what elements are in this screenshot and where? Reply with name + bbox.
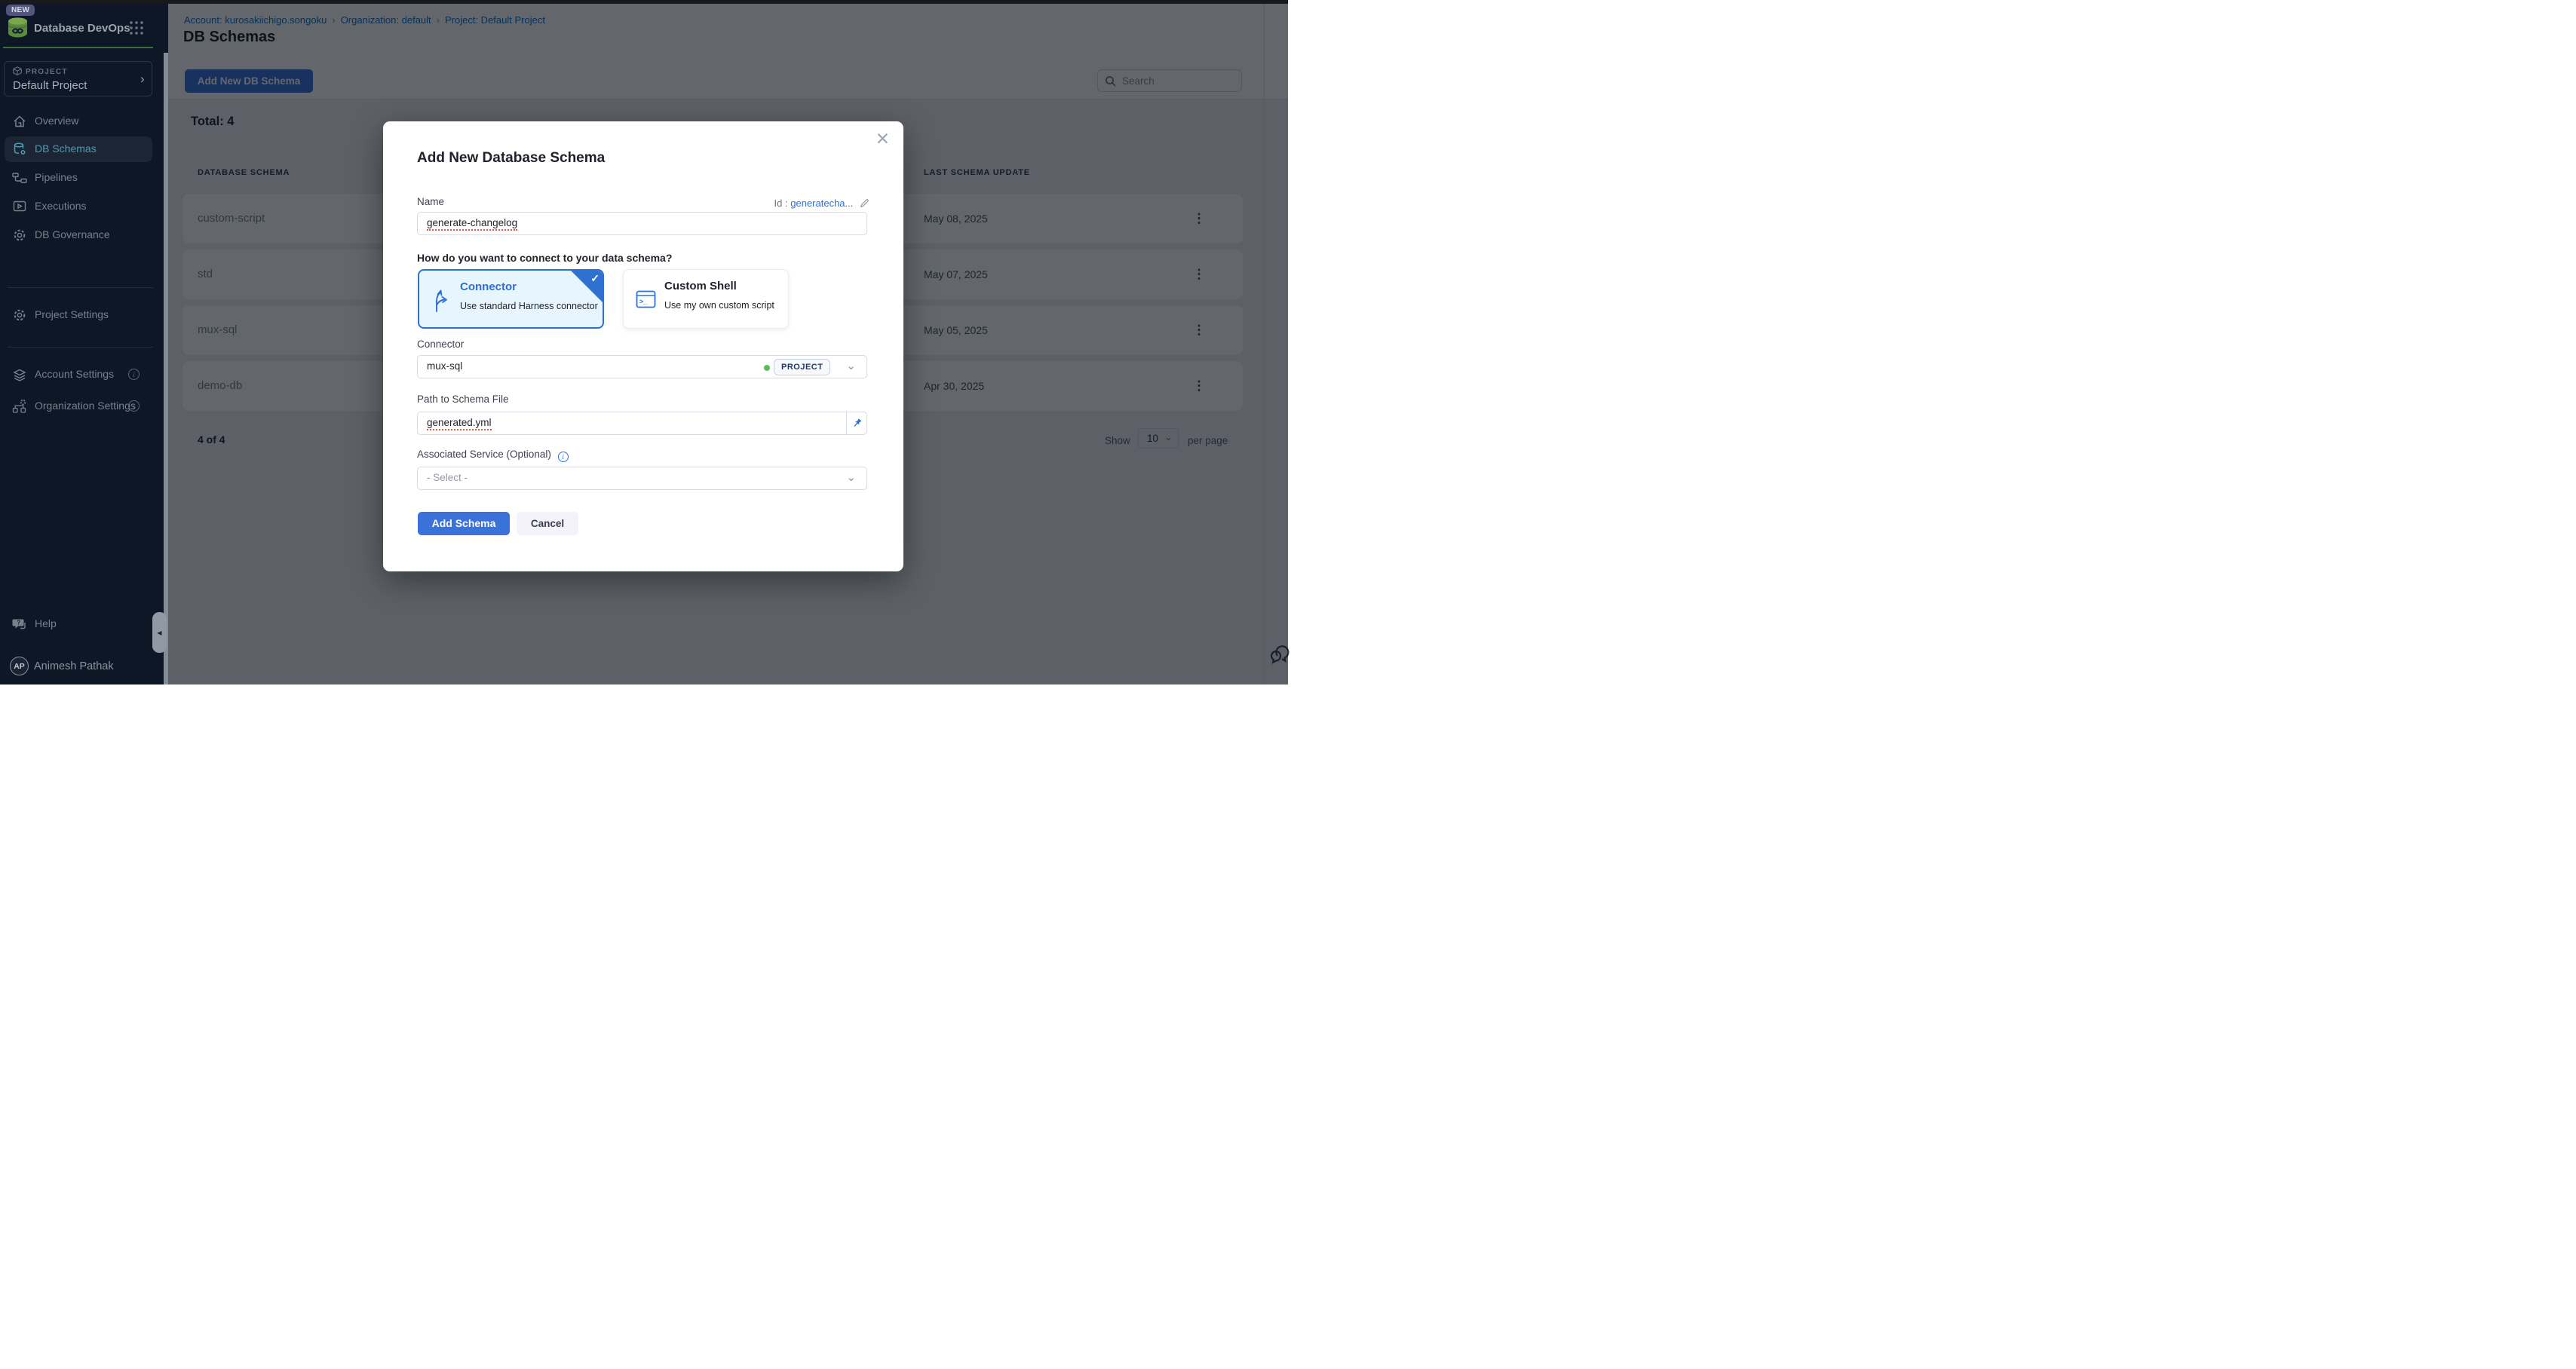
service-select[interactable]: - Select - ⌄ (417, 467, 867, 490)
option-subtitle: Use my own custom script (664, 300, 774, 311)
option-card-custom-shell[interactable]: >_ Custom Shell Use my own custom script (623, 269, 789, 329)
project-name: Default Project (13, 79, 87, 92)
sidebar-item-label: Overview (35, 115, 78, 127)
sidebar-item-label: Executions (35, 200, 86, 212)
app-grid-icon[interactable] (128, 20, 145, 40)
avatar[interactable]: AP (10, 657, 29, 675)
add-schema-modal: ✕ Add New Database Schema Name Id : gene… (383, 121, 903, 571)
org-chart-gear-icon (12, 399, 27, 414)
option-card-connector[interactable]: Connector Use standard Harness connector… (418, 269, 604, 329)
edit-pencil-icon[interactable] (860, 199, 869, 210)
svg-text:>_: >_ (639, 298, 648, 305)
pipelines-icon (12, 170, 27, 185)
option-subtitle: Use standard Harness connector (460, 301, 598, 311)
service-label-row: Associated Service (Optional) i (417, 449, 569, 461)
svg-text:?: ? (17, 620, 20, 626)
gear-icon (12, 308, 27, 323)
scope-chip: PROJECT (774, 359, 830, 375)
service-placeholder: - Select - (427, 472, 468, 483)
sidebar-item-organization-settings[interactable]: Organization Settings i (5, 394, 152, 419)
option-title: Connector (460, 280, 517, 293)
sidebar: NEW Database DevOps PROJECT Default Proj… (0, 0, 168, 684)
name-input[interactable]: generate-changelog (417, 212, 867, 235)
id-value-link[interactable]: generatecha... (790, 198, 853, 209)
pin-button[interactable] (846, 412, 866, 434)
add-schema-button[interactable]: Add Schema (418, 512, 510, 535)
option-title: Custom Shell (664, 280, 737, 292)
info-icon[interactable]: i (128, 369, 140, 380)
sidebar-item-label: Project Settings (35, 308, 109, 320)
home-icon (12, 114, 27, 129)
pin-icon (851, 418, 863, 429)
sidebar-item-pipelines[interactable]: Pipelines (5, 165, 152, 191)
chevron-down-icon: ⌄ (846, 359, 856, 372)
sidebar-collapse-handle[interactable]: ◀ (152, 612, 167, 653)
path-input-value: generated.yml (427, 417, 492, 430)
connector-select[interactable]: mux-sql PROJECT ⌄ (417, 355, 867, 378)
id-prefix: Id : (774, 198, 788, 209)
path-input[interactable]: generated.yml (417, 412, 867, 435)
sidebar-item-db-schemas[interactable]: DB Schemas (5, 136, 152, 162)
info-icon[interactable]: i (558, 452, 569, 462)
help-chat-icon: ? (12, 617, 27, 632)
sidebar-item-account-settings[interactable]: Account Settings i (5, 362, 152, 387)
project-selector[interactable]: PROJECT Default Project › (4, 61, 152, 96)
sidebar-item-project-settings[interactable]: Project Settings (5, 302, 152, 328)
sidebar-divider (8, 347, 153, 348)
user-name[interactable]: Animesh Pathak (34, 660, 114, 672)
sidebar-item-label: DB Governance (35, 228, 110, 240)
browser-top-strip (0, 0, 1288, 4)
layers-gear-icon (12, 367, 27, 382)
sidebar-item-db-governance[interactable]: DB Governance (5, 222, 152, 248)
connect-question: How do you want to connect to your data … (417, 252, 672, 264)
check-icon: ✓ (590, 272, 600, 285)
name-input-value: generate-changelog (427, 217, 517, 231)
db-schema-icon (12, 142, 27, 157)
connector-value: mux-sql (427, 360, 462, 372)
sidebar-item-label: Pipelines (35, 171, 78, 183)
sidebar-item-label: Account Settings (35, 368, 114, 380)
branch-arrows-icon (431, 287, 451, 317)
sidebar-item-overview[interactable]: Overview (5, 109, 152, 134)
executions-icon (12, 199, 27, 214)
service-label: Associated Service (Optional) (417, 449, 551, 460)
name-label: Name (417, 196, 444, 207)
sidebar-divider (8, 287, 153, 288)
sidebar-item-executions[interactable]: Executions (5, 194, 152, 219)
path-label: Path to Schema File (417, 394, 509, 405)
connector-label: Connector (417, 338, 464, 350)
sidebar-item-label: Organization Settings (35, 400, 136, 412)
close-icon[interactable]: ✕ (876, 129, 890, 149)
schema-id-row: Id : generatecha... (774, 197, 869, 209)
product-name: Database DevOps (34, 22, 130, 35)
sidebar-item-help[interactable]: ? Help (5, 611, 152, 637)
collapse-triangle-icon: ◀ (157, 629, 161, 636)
project-scope-label: PROJECT (26, 68, 68, 76)
sidebar-item-label: Help (35, 617, 57, 629)
modal-title: Add New Database Schema (417, 150, 605, 167)
info-icon[interactable]: i (128, 400, 140, 412)
chevron-down-icon: ⌄ (846, 470, 856, 484)
new-badge: NEW (6, 5, 35, 16)
sidebar-scrollbar[interactable] (164, 53, 168, 684)
governance-gear-icon (12, 228, 27, 243)
database-devops-logo-icon[interactable] (6, 17, 29, 42)
sidebar-item-label: DB Schemas (35, 142, 97, 155)
status-dot (764, 365, 770, 371)
brand-divider (3, 47, 153, 48)
cancel-button[interactable]: Cancel (517, 512, 578, 535)
terminal-icon: >_ (636, 289, 656, 314)
chevron-right-icon: › (140, 72, 145, 87)
